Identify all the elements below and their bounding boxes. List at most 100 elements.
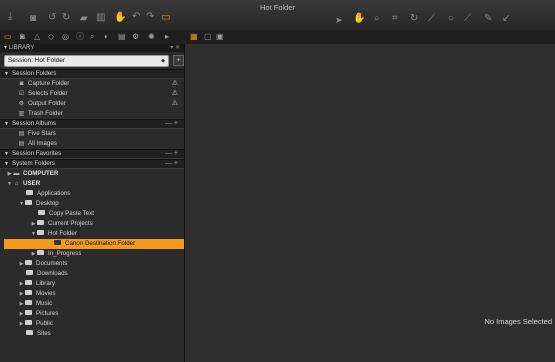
- section-session-folders[interactable]: ▼ Session Folders: [0, 69, 184, 79]
- tree-item-desktop[interactable]: ▼ Desktop: [0, 199, 184, 209]
- shape-tab-icon[interactable]: △: [34, 32, 40, 41]
- section-session-albums[interactable]: ▼ Session Albums — +: [0, 119, 184, 129]
- window-title: Hot Folder: [259, 3, 295, 12]
- single-view-icon[interactable]: ▢: [204, 32, 212, 41]
- pointer-icon[interactable]: ↙: [502, 14, 510, 24]
- more-tab-icon[interactable]: ▸: [165, 32, 169, 41]
- item-label: Downloads: [37, 270, 68, 277]
- item-label: Public: [36, 320, 53, 327]
- panel-menu-icon[interactable]: ▾ ✕: [170, 44, 180, 52]
- item-label: Music: [36, 300, 53, 307]
- warning-icon: ⚠: [171, 90, 178, 97]
- section-system-folders[interactable]: ▼ System Folders — +: [0, 159, 184, 169]
- tree-item-documents[interactable]: ▶ Documents: [0, 259, 184, 269]
- list-item-selects-folder[interactable]: ☑ Selects Folder ⚠: [0, 89, 184, 99]
- list-tab-icon[interactable]: ▤: [118, 32, 126, 41]
- album-controls[interactable]: — +: [165, 120, 178, 128]
- pan-icon[interactable]: ✋: [353, 14, 365, 24]
- expanded-triangle-icon: ▼: [4, 71, 9, 77]
- item-label: Selects Folder: [28, 90, 68, 97]
- expanded-triangle-icon[interactable]: ▼: [30, 229, 37, 239]
- grid-view-icon[interactable]: ▦: [190, 32, 198, 41]
- item-label: Canon Destination Folder: [65, 240, 136, 247]
- favorites-controls[interactable]: — +: [165, 150, 178, 158]
- lens-tab-icon[interactable]: ◎: [62, 32, 69, 41]
- add-session-button[interactable]: +: [173, 55, 184, 66]
- list-item-output-folder[interactable]: ⚙ Output Folder ⚠: [0, 99, 184, 109]
- tree-item-current-projects[interactable]: ▶ Current Projects: [0, 219, 184, 229]
- session-select[interactable]: Session: Hot Folder ◆: [4, 55, 169, 67]
- settings-tab-icon[interactable]: ⚙: [132, 32, 139, 41]
- stack-icon[interactable]: ▭: [161, 13, 170, 23]
- expanded-triangle-icon: ▼: [4, 151, 9, 157]
- tree-item-user[interactable]: ▼ ⌂ USER: [0, 179, 184, 189]
- tree-item-computer[interactable]: ▶ ▬ COMPUTER: [0, 169, 184, 179]
- tree-item-movies[interactable]: ▶ Movies: [0, 289, 184, 299]
- gear-tab-icon[interactable]: ✺: [148, 32, 155, 41]
- rotate-icon[interactable]: ↻: [410, 14, 418, 24]
- item-label: All Images: [28, 140, 57, 147]
- zoom-icon[interactable]: ⌕: [374, 14, 380, 24]
- tree-item-applications[interactable]: Applications: [0, 189, 184, 199]
- collapsed-triangle-icon[interactable]: ▶: [18, 299, 25, 309]
- warning-icon: ⚠: [171, 100, 178, 107]
- collapsed-triangle-icon[interactable]: ▶: [30, 219, 37, 229]
- tree-item-copy-paste-text[interactable]: Copy Paste Text: [0, 209, 184, 219]
- tree-item-downloads[interactable]: Downloads: [0, 269, 184, 279]
- folder-tab-icon[interactable]: ▭: [4, 32, 12, 41]
- tree-item-sites[interactable]: Sites: [0, 329, 184, 339]
- section-label: Session Favorites: [12, 150, 62, 157]
- expanded-triangle-icon[interactable]: ▼: [18, 199, 25, 209]
- meta-tab-icon[interactable]: ◐: [104, 32, 109, 41]
- collapsed-triangle-icon[interactable]: ▶: [18, 319, 25, 329]
- info-tab-icon[interactable]: ⓘ: [76, 32, 84, 41]
- collapsed-triangle-icon[interactable]: ▶: [6, 169, 13, 179]
- system-folders-controls[interactable]: — +: [165, 160, 178, 168]
- circle-icon[interactable]: ○: [448, 14, 454, 24]
- chevron-updown-icon: ◆: [161, 58, 165, 64]
- list-item-capture-folder[interactable]: ◙ Capture Folder ⚠: [0, 79, 184, 89]
- tree-item-pictures[interactable]: ▶ Pictures: [0, 309, 184, 319]
- list-item-trash-folder[interactable]: ▥ Trash Folder: [0, 109, 184, 119]
- brush-icon[interactable]: ✎: [484, 14, 492, 24]
- undo-icon[interactable]: ↶: [132, 12, 140, 22]
- image-viewer[interactable]: No Images Selected: [185, 44, 555, 362]
- rotate-left-icon[interactable]: ↺: [48, 13, 56, 23]
- collapsed-triangle-icon[interactable]: ▶: [18, 279, 25, 289]
- hand-icon[interactable]: ✋: [114, 13, 126, 23]
- select-arrow-icon[interactable]: ➤: [335, 15, 343, 25]
- library-collapse-icon[interactable]: ▾: [4, 45, 7, 51]
- folder-icon[interactable]: ▰: [80, 14, 88, 24]
- tree-item-public[interactable]: ▶ Public: [0, 319, 184, 329]
- tool-tab-bar: ▭ ◙ △ ◇ ◎ ⓘ ⌕ ◐ ▤ ⚙ ✺ ▸ ▦ ▢ ▣: [0, 30, 555, 45]
- import-icon[interactable]: ⤓: [8, 12, 12, 22]
- collapsed-triangle-icon[interactable]: ▶: [30, 249, 37, 259]
- collapsed-triangle-icon[interactable]: ▶: [18, 289, 25, 299]
- tree-item-hot-folder[interactable]: ▼ Hot Folder: [0, 229, 184, 239]
- folder-icon: [25, 319, 32, 325]
- camera-tab-icon[interactable]: ◙: [20, 32, 25, 41]
- trash-icon[interactable]: ▥: [96, 13, 105, 23]
- item-label: Applications: [37, 190, 71, 197]
- expanded-triangle-icon: ▼: [4, 161, 9, 167]
- list-item-five-stars[interactable]: ▤ Five Stars: [0, 129, 184, 139]
- rotate-right-icon[interactable]: ↻: [62, 13, 70, 23]
- tree-item-canon-destination-folder[interactable]: Canon Destination Folder: [4, 239, 184, 249]
- collapsed-triangle-icon[interactable]: ▶: [18, 309, 25, 319]
- tree-item-library[interactable]: ▶ Library: [0, 279, 184, 289]
- camera-icon[interactable]: ◙: [30, 14, 36, 24]
- crop-icon[interactable]: ⌗: [392, 14, 398, 24]
- tree-item-in-progress[interactable]: ▶ In_Progress: [0, 249, 184, 259]
- straighten-icon[interactable]: ⟋: [428, 14, 435, 24]
- picker-icon[interactable]: ⟋: [464, 14, 471, 24]
- section-session-favorites[interactable]: ▼ Session Favorites — +: [0, 149, 184, 159]
- color-tab-icon[interactable]: ◇: [48, 32, 54, 41]
- expanded-triangle-icon[interactable]: ▼: [6, 179, 13, 189]
- collapsed-triangle-icon[interactable]: ▶: [18, 259, 25, 269]
- redo-icon[interactable]: ↷: [146, 12, 154, 22]
- folder-icon: [25, 199, 32, 205]
- compare-view-icon[interactable]: ▣: [216, 32, 224, 41]
- list-item-all-images[interactable]: ▤ All Images: [0, 139, 184, 149]
- search-tab-icon[interactable]: ⌕: [90, 32, 94, 41]
- tree-item-music[interactable]: ▶ Music: [0, 299, 184, 309]
